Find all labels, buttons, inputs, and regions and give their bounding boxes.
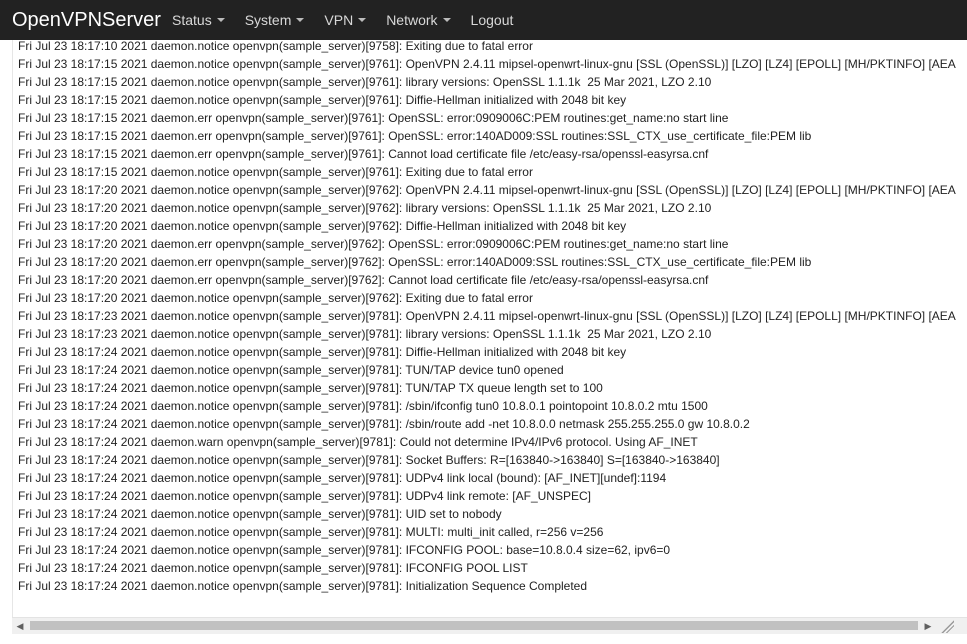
- bottom-strip: [0, 634, 967, 644]
- brand-title[interactable]: OpenVPNServer: [0, 9, 162, 32]
- nav-status-label: Status: [172, 12, 212, 28]
- log-line: Fri Jul 23 18:17:15 2021 daemon.err open…: [18, 147, 709, 161]
- caret-down-icon: [442, 18, 451, 22]
- nav-system-label: System: [244, 12, 292, 28]
- nav-network-label: Network: [386, 12, 438, 28]
- log-line: Fri Jul 23 18:17:24 2021 daemon.notice o…: [18, 489, 591, 503]
- log-line: Fri Jul 23 18:17:20 2021 daemon.err open…: [18, 273, 709, 287]
- system-log-textarea[interactable]: Fri Jul 23 18:17:10 2021 daemon.notice o…: [12, 40, 967, 636]
- caret-down-icon: [216, 18, 225, 22]
- log-line: Fri Jul 23 18:17:23 2021 daemon.notice o…: [18, 309, 956, 323]
- nav-logout-link[interactable]: Logout: [461, 12, 524, 28]
- log-line: Fri Jul 23 18:17:24 2021 daemon.notice o…: [18, 525, 604, 539]
- top-navbar: OpenVPNServer Status System VPN Network …: [0, 0, 967, 40]
- scrollbar-thumb[interactable]: [30, 621, 918, 630]
- log-line: Fri Jul 23 18:17:24 2021 daemon.notice o…: [18, 561, 528, 575]
- log-line: Fri Jul 23 18:17:24 2021 daemon.notice o…: [18, 507, 502, 521]
- log-line: Fri Jul 23 18:17:20 2021 daemon.err open…: [18, 237, 729, 251]
- nav-vpn-menu[interactable]: VPN: [314, 12, 376, 28]
- log-line: Fri Jul 23 18:17:24 2021 daemon.notice o…: [18, 543, 671, 557]
- log-line: Fri Jul 23 18:17:15 2021 daemon.notice o…: [18, 165, 533, 179]
- log-line: Fri Jul 23 18:17:10 2021 daemon.notice o…: [18, 40, 533, 53]
- log-line: Fri Jul 23 18:17:24 2021 daemon.notice o…: [18, 453, 720, 467]
- log-line: Fri Jul 23 18:17:20 2021 daemon.notice o…: [18, 291, 533, 305]
- log-line: Fri Jul 23 18:17:24 2021 daemon.notice o…: [18, 363, 564, 377]
- log-line: Fri Jul 23 18:17:20 2021 daemon.notice o…: [18, 201, 712, 215]
- resize-grip-icon[interactable]: [939, 618, 954, 633]
- log-line: Fri Jul 23 18:17:20 2021 daemon.err open…: [18, 255, 812, 269]
- horizontal-scrollbar[interactable]: ◀ ▶: [12, 617, 967, 634]
- caret-down-icon: [296, 18, 305, 22]
- log-line: Fri Jul 23 18:17:15 2021 daemon.notice o…: [18, 93, 627, 107]
- log-line: Fri Jul 23 18:17:24 2021 daemon.warn ope…: [18, 435, 698, 449]
- log-line: Fri Jul 23 18:17:24 2021 daemon.notice o…: [18, 381, 603, 395]
- log-line: Fri Jul 23 18:17:24 2021 daemon.notice o…: [18, 471, 667, 485]
- log-line: Fri Jul 23 18:17:24 2021 daemon.notice o…: [18, 417, 750, 431]
- log-line: Fri Jul 23 18:17:23 2021 daemon.notice o…: [18, 327, 712, 341]
- nav-network-menu[interactable]: Network: [376, 12, 460, 28]
- log-content: Fri Jul 23 18:17:10 2021 daemon.notice o…: [18, 40, 956, 595]
- log-line: Fri Jul 23 18:17:24 2021 daemon.notice o…: [18, 579, 588, 593]
- caret-down-icon: [358, 18, 367, 22]
- nav-system-menu[interactable]: System: [235, 12, 315, 28]
- nav-logout-label: Logout: [470, 12, 514, 28]
- log-line: Fri Jul 23 18:17:20 2021 daemon.notice o…: [18, 183, 956, 197]
- log-line: Fri Jul 23 18:17:15 2021 daemon.err open…: [18, 129, 812, 143]
- scroll-left-icon[interactable]: ◀: [12, 618, 28, 634]
- scroll-right-icon[interactable]: ▶: [920, 618, 936, 634]
- log-line: Fri Jul 23 18:17:15 2021 daemon.err open…: [18, 111, 729, 125]
- log-line: Fri Jul 23 18:17:24 2021 daemon.notice o…: [18, 345, 627, 359]
- log-line: Fri Jul 23 18:17:20 2021 daemon.notice o…: [18, 219, 627, 233]
- nav-vpn-label: VPN: [324, 12, 354, 28]
- log-line: Fri Jul 23 18:17:15 2021 daemon.notice o…: [18, 57, 956, 71]
- nav-status-menu[interactable]: Status: [162, 12, 235, 28]
- log-line: Fri Jul 23 18:17:24 2021 daemon.notice o…: [18, 399, 708, 413]
- log-line: Fri Jul 23 18:17:15 2021 daemon.notice o…: [18, 75, 712, 89]
